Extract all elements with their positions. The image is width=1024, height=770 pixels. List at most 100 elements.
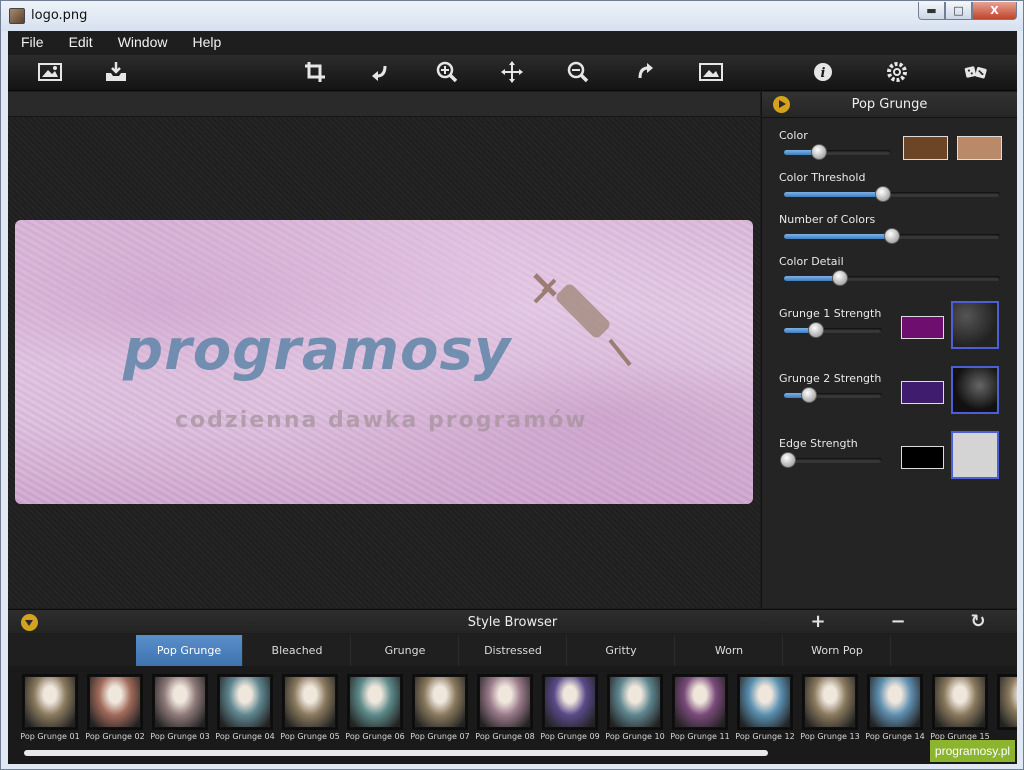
style-thumbnail[interactable]: Pop Grunge 11 xyxy=(670,674,730,744)
thumbnail-label: Pop Grunge 10 xyxy=(605,732,665,741)
close-button[interactable]: X xyxy=(972,2,1017,20)
menu-help[interactable]: Help xyxy=(179,31,233,55)
horizontal-scrollbar[interactable] xyxy=(24,750,768,756)
slider-knob[interactable] xyxy=(884,228,900,244)
grunge1-slider[interactable] xyxy=(784,322,882,338)
toolbar: i xyxy=(8,55,1017,91)
slider-knob[interactable] xyxy=(875,186,892,202)
tab-bleached[interactable]: Bleached xyxy=(244,635,351,666)
param-label: Grunge 1 Strength xyxy=(779,307,882,320)
style-thumbnail[interactable]: Pop Grunge 01 xyxy=(20,674,80,744)
grunge1-texture[interactable] xyxy=(951,301,999,349)
thumbnail-label: Pop Grunge 02 xyxy=(85,732,145,741)
color-swatch-1[interactable] xyxy=(903,136,948,160)
random-dice-icon[interactable] xyxy=(958,59,994,85)
slider-knob[interactable] xyxy=(832,270,849,286)
grunge2-slider[interactable] xyxy=(784,387,882,403)
tab-distressed[interactable]: Distressed xyxy=(460,635,567,666)
style-thumbnail[interactable]: Pop Grunge 06 xyxy=(345,674,405,744)
style-thumbnail[interactable]: Pop Grunge 07 xyxy=(410,674,470,744)
thumbnail-image xyxy=(284,676,336,728)
color-threshold-slider[interactable] xyxy=(784,186,1000,202)
style-thumbnail[interactable]: Pop xyxy=(995,674,1017,744)
move-icon[interactable] xyxy=(497,59,527,85)
tab-worn[interactable]: Worn xyxy=(676,635,783,666)
refresh-style-button[interactable]: ↻ xyxy=(967,611,989,633)
image-preview[interactable]: programosy codzienna dawka programów xyxy=(15,220,753,504)
color-swatch-2[interactable] xyxy=(957,136,1002,160)
slider-knob[interactable] xyxy=(808,322,825,338)
menu-bar: File Edit Window Help xyxy=(8,31,1017,55)
maximize-button[interactable]: □ xyxy=(945,2,972,20)
zoom-in-icon[interactable] xyxy=(432,59,462,85)
syringe-logo-icon xyxy=(533,273,632,367)
tab-grunge[interactable]: Grunge xyxy=(352,635,459,666)
thumbnail-image xyxy=(869,676,921,728)
param-label: Color Threshold xyxy=(779,171,866,184)
tab-worn-pop[interactable]: Worn Pop xyxy=(784,635,891,666)
number-of-colors-slider[interactable] xyxy=(784,228,1000,244)
fit-image-icon[interactable] xyxy=(696,59,726,85)
style-thumbnail[interactable]: Pop Grunge 14 xyxy=(865,674,925,744)
grunge2-texture[interactable] xyxy=(951,366,999,414)
crop-icon[interactable] xyxy=(300,59,330,85)
menu-edit[interactable]: Edit xyxy=(56,31,105,55)
canvas-area[interactable]: programosy codzienna dawka programów xyxy=(8,92,760,608)
color-detail-slider[interactable] xyxy=(784,270,1000,286)
style-tabs: Pop Grunge Bleached Grunge Distressed Gr… xyxy=(8,634,1017,666)
style-thumbnail[interactable]: Pop Grunge 15 xyxy=(930,674,990,744)
app-window: logo.png ▬ □ X File Edit Window Help i p… xyxy=(0,0,1024,770)
style-thumbnail[interactable]: Pop Grunge 08 xyxy=(475,674,535,744)
style-thumbnail[interactable]: Pop Grunge 03 xyxy=(150,674,210,744)
color-slider[interactable] xyxy=(784,144,891,160)
edge-strength-slider[interactable] xyxy=(779,452,882,468)
style-thumbnail[interactable]: Pop Grunge 10 xyxy=(605,674,665,744)
window-title: logo.png xyxy=(31,8,88,23)
save-icon[interactable] xyxy=(101,59,131,85)
grunge1-color-swatch[interactable] xyxy=(901,316,944,339)
panel-header: Pop Grunge xyxy=(762,92,1017,118)
thumbnail-image xyxy=(89,676,141,728)
thumbnail-label: Pop Grunge 05 xyxy=(280,732,340,741)
style-thumbnail[interactable]: Pop Grunge 02 xyxy=(85,674,145,744)
style-thumbnail[interactable]: Pop Grunge 09 xyxy=(540,674,600,744)
rotate-left-icon[interactable] xyxy=(366,59,396,85)
thumbnail-image xyxy=(414,676,466,728)
minimize-button[interactable]: ▬ xyxy=(918,2,945,20)
slider-knob[interactable] xyxy=(800,387,817,403)
style-thumbnail[interactable]: Pop Grunge 13 xyxy=(800,674,860,744)
slider-knob[interactable] xyxy=(811,144,828,160)
info-icon[interactable]: i xyxy=(808,59,838,85)
tab-pop-grunge[interactable]: Pop Grunge xyxy=(136,635,243,666)
style-thumbnail[interactable]: Pop Grunge 04 xyxy=(215,674,275,744)
thumbnail-label: Pop Grunge 14 xyxy=(865,732,925,741)
tab-gritty[interactable]: Gritty xyxy=(568,635,675,666)
add-style-button[interactable]: + xyxy=(807,611,829,633)
style-browser-title: Style Browser xyxy=(467,615,558,630)
thumbnail-label: Pop Grunge 07 xyxy=(410,732,470,741)
canvas-header xyxy=(8,92,760,117)
menu-window[interactable]: Window xyxy=(105,31,180,55)
zoom-out-icon[interactable] xyxy=(563,59,593,85)
menu-file[interactable]: File xyxy=(8,31,56,55)
style-thumbnail[interactable]: Pop Grunge 05 xyxy=(280,674,340,744)
thumbnail-image xyxy=(24,676,76,728)
thumbnail-image xyxy=(479,676,531,728)
edge-texture[interactable] xyxy=(951,431,999,479)
param-label: Grunge 2 Strength xyxy=(779,372,882,385)
style-thumbnail[interactable]: Pop Grunge 12 xyxy=(735,674,795,744)
thumbnail-label: Pop Grunge 12 xyxy=(735,732,795,741)
open-image-icon[interactable] xyxy=(35,59,65,85)
app-content: File Edit Window Help i programosy codzi… xyxy=(8,31,1017,764)
thumbnail-image xyxy=(934,676,986,728)
rotate-right-icon[interactable] xyxy=(629,59,659,85)
grunge2-color-swatch[interactable] xyxy=(901,381,944,404)
slider-knob[interactable] xyxy=(779,452,796,468)
thumbnail-label: Pop Grunge 08 xyxy=(475,732,535,741)
effect-panel: Pop Grunge Color Color Threshold Number … xyxy=(761,92,1017,608)
edge-color-swatch[interactable] xyxy=(901,446,944,469)
thumbnail-label: Pop Grunge 04 xyxy=(215,732,275,741)
remove-style-button[interactable]: − xyxy=(887,611,909,633)
settings-icon[interactable] xyxy=(882,59,912,85)
param-label: Color Detail xyxy=(779,255,844,268)
